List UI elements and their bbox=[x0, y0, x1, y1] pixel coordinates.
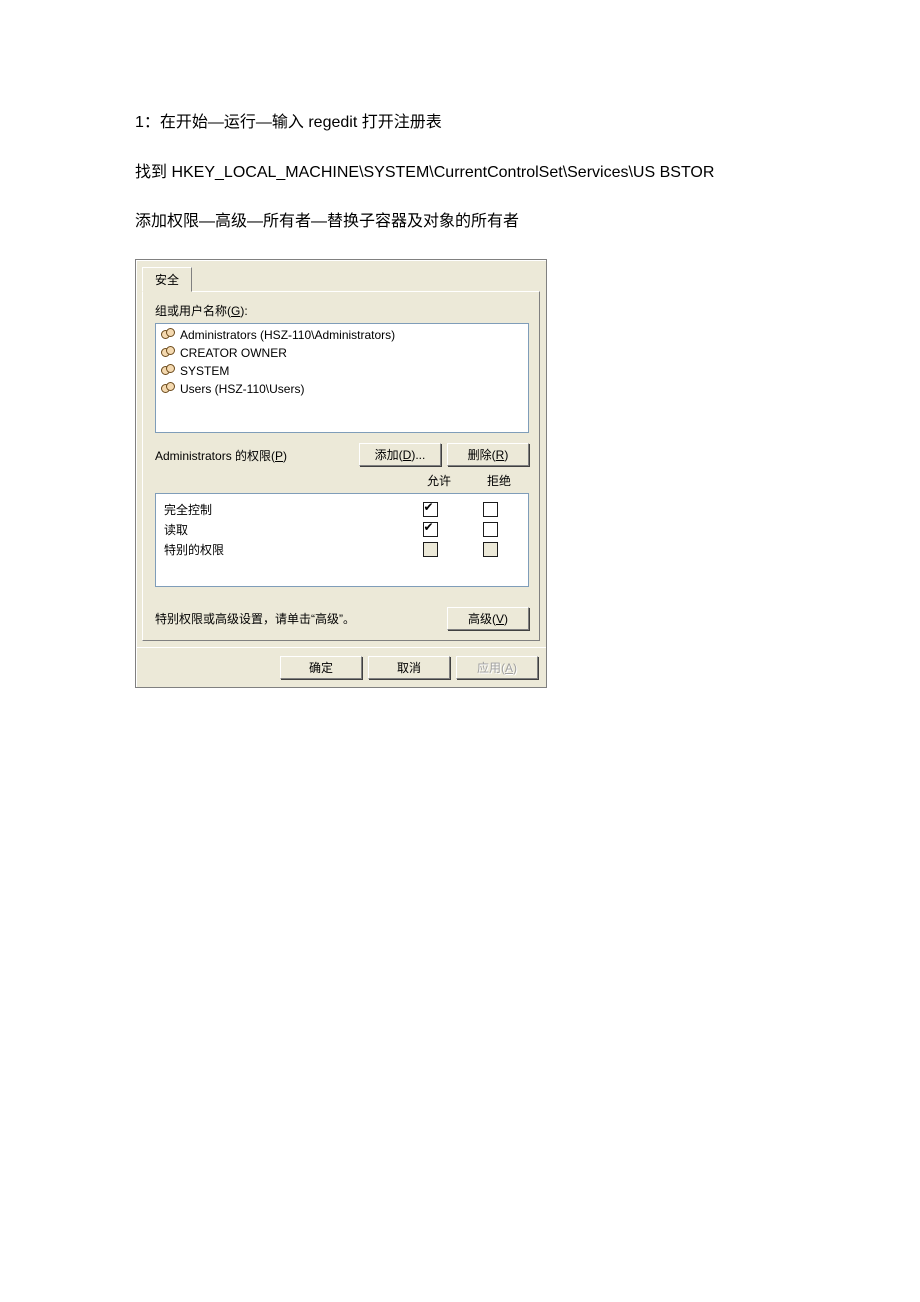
groups-label-post: ): bbox=[240, 304, 247, 318]
adv-pre: 高级( bbox=[468, 612, 496, 626]
security-dialog: 安全 组或用户名称(G): Administrators (HSZ-110\Ad… bbox=[135, 259, 547, 688]
cancel-button[interactable]: 取消 bbox=[368, 656, 450, 679]
permission-name: 完全控制 bbox=[164, 501, 400, 518]
groups-label: 组或用户名称(G): bbox=[155, 302, 529, 319]
list-item-label: CREATOR OWNER bbox=[180, 346, 287, 360]
paragraph-1: 1：在开始—运行—输入 regedit 打开注册表 bbox=[135, 110, 785, 136]
group-icon bbox=[160, 381, 176, 397]
list-item-label: Administrators (HSZ-110\Administrators) bbox=[180, 328, 395, 342]
apply-pre: 应用( bbox=[477, 661, 505, 675]
list-item[interactable]: CREATOR OWNER bbox=[158, 344, 526, 362]
add-post: )... bbox=[411, 448, 425, 462]
group-icon bbox=[160, 345, 176, 361]
advanced-text: 特别权限或高级设置，请单击“高级”。 bbox=[155, 610, 439, 627]
permission-name: 读取 bbox=[164, 521, 400, 538]
allow-checkbox[interactable] bbox=[423, 522, 438, 537]
group-icon bbox=[160, 363, 176, 379]
list-item-label: Users (HSZ-110\Users) bbox=[180, 382, 304, 396]
adv-post: ) bbox=[504, 612, 508, 626]
permission-row: 完全控制 bbox=[164, 500, 520, 520]
groups-label-hotkey: G bbox=[231, 304, 240, 318]
permission-name: 特别的权限 bbox=[164, 541, 400, 558]
add-pre: 添加( bbox=[375, 448, 403, 462]
perm-for-pre: Administrators 的权限( bbox=[155, 449, 275, 463]
list-item[interactable]: Administrators (HSZ-110\Administrators) bbox=[158, 326, 526, 344]
ok-button[interactable]: 确定 bbox=[280, 656, 362, 679]
perm-for-post: ) bbox=[283, 449, 287, 463]
apply-hotkey: A bbox=[505, 661, 513, 675]
allow-checkbox bbox=[423, 542, 438, 557]
apply-post: ) bbox=[513, 661, 517, 675]
document-page: 1：在开始—运行—输入 regedit 打开注册表 找到 HKEY_LOCAL_… bbox=[0, 0, 920, 688]
deny-checkbox bbox=[483, 542, 498, 557]
apply-button: 应用(A) bbox=[456, 656, 538, 679]
deny-checkbox[interactable] bbox=[483, 522, 498, 537]
remove-post: ) bbox=[504, 448, 508, 462]
advanced-row: 特别权限或高级设置，请单击“高级”。 高级(V) bbox=[155, 607, 529, 630]
list-item[interactable]: SYSTEM bbox=[158, 362, 526, 380]
advanced-button[interactable]: 高级(V) bbox=[447, 607, 529, 630]
perm-for-hotkey: P bbox=[275, 449, 283, 463]
permission-row: 特别的权限 bbox=[164, 540, 520, 560]
deny-header: 拒绝 bbox=[469, 472, 529, 489]
allow-header: 允许 bbox=[409, 472, 469, 489]
tab-security[interactable]: 安全 bbox=[142, 267, 192, 292]
permissions-for-label: Administrators 的权限(P) bbox=[155, 443, 351, 464]
dialog-buttons: 确定 取消 应用(A) bbox=[136, 647, 546, 687]
paragraph-3: 添加权限—高级—所有者—替换子容器及对象的所有者 bbox=[135, 209, 785, 235]
list-item[interactable]: Users (HSZ-110\Users) bbox=[158, 380, 526, 398]
adv-hotkey: V bbox=[496, 612, 504, 626]
permission-row: 读取 bbox=[164, 520, 520, 540]
group-icon bbox=[160, 327, 176, 343]
allow-checkbox[interactable] bbox=[423, 502, 438, 517]
permissions-listbox: 完全控制 读取 特别的权限 bbox=[155, 493, 529, 587]
remove-pre: 删除( bbox=[468, 448, 496, 462]
tabstrip: 安全 bbox=[136, 260, 546, 291]
groups-label-pre: 组或用户名称( bbox=[155, 304, 231, 318]
paragraph-2: 找到 HKEY_LOCAL_MACHINE\SYSTEM\CurrentCont… bbox=[135, 160, 785, 186]
list-item-label: SYSTEM bbox=[180, 364, 229, 378]
deny-checkbox[interactable] bbox=[483, 502, 498, 517]
add-remove-row: Administrators 的权限(P) 添加(D)... 删除(R) bbox=[155, 443, 529, 466]
remove-button[interactable]: 删除(R) bbox=[447, 443, 529, 466]
groups-listbox[interactable]: Administrators (HSZ-110\Administrators) … bbox=[155, 323, 529, 433]
add-button[interactable]: 添加(D)... bbox=[359, 443, 441, 466]
permission-headers: 允许 拒绝 bbox=[155, 472, 529, 489]
tab-panel: 组或用户名称(G): Administrators (HSZ-110\Admin… bbox=[142, 291, 540, 641]
